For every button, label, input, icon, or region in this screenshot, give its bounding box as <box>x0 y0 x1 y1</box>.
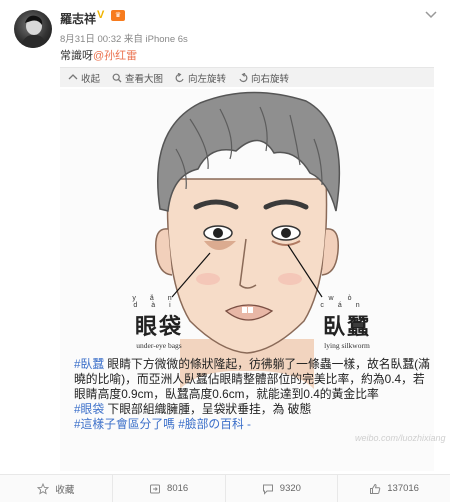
collect-label: 收藏 <box>55 484 75 496</box>
hashtag-distinguish[interactable]: #這樣子會區分了嗎 <box>74 417 175 431</box>
hashtag-face-wiki[interactable]: #臉部の百科 - <box>175 417 251 431</box>
verified-v-icon: V <box>97 9 105 21</box>
hashtag-yandai[interactable]: #眼袋 <box>74 402 104 416</box>
watermark-text: weibo.com/luozhixiang <box>355 433 446 443</box>
view-large-label: 查看大图 <box>125 73 164 85</box>
collect-button[interactable]: 收藏 <box>0 475 113 502</box>
rotate-left-icon <box>175 72 184 82</box>
action-bar: 收藏 8016 9320 137016 <box>0 474 450 502</box>
lying-silkworm-annotation: wò cán 臥蠶 lying silkworm <box>310 295 384 350</box>
thumbs-up-icon <box>370 483 381 494</box>
eye-bags-pinyin: yǎn dài <box>132 295 186 309</box>
caption-paragraph-2: #眼袋 下眼部組織臃腫，呈袋狀垂挂，為 破態 <box>74 402 430 417</box>
mention-link[interactable]: @孙红雷 <box>93 50 137 62</box>
star-icon <box>37 482 50 495</box>
hashtag-wocan[interactable]: #臥蠶 <box>74 357 104 371</box>
collapse-icon <box>68 73 78 79</box>
rotate-left-button[interactable]: 向左旋转 <box>175 71 226 85</box>
post-text-prefix: 常識呀 <box>60 50 93 62</box>
post-text: 常識呀@孙红雷 <box>60 47 137 63</box>
eye-bags-annotation: yǎn dài 眼袋 under-eye bags <box>124 295 194 350</box>
caption-2-text: 下眼部組織臃腫，呈袋狀垂挂，為 破態 <box>104 402 312 416</box>
caption-paragraph-1: #臥蠶 眼睛下方微微的條狀隆起，彷彿躺了一條蟲一樣，故名臥蠶(滿曉的比喻)，而亞… <box>74 357 430 402</box>
user-name[interactable]: 羅志祥 <box>60 10 96 27</box>
lying-silkworm-sub: lying silkworm <box>324 341 370 350</box>
eye-bags-sub: under-eye bags <box>136 341 182 350</box>
comment-icon <box>262 484 273 495</box>
magnify-icon <box>112 73 122 82</box>
like-count: 137016 <box>387 483 419 494</box>
rotate-right-icon <box>239 72 248 82</box>
lying-silkworm-label: 臥蠶 <box>322 314 371 340</box>
chevron-down-icon[interactable] <box>424 10 438 20</box>
comment-button[interactable]: 9320 <box>226 475 339 502</box>
comment-count: 9320 <box>279 483 301 494</box>
post-meta: 8月31日 00:32 来自 iPhone 6s <box>60 34 188 45</box>
rotate-right-label: 向右旋转 <box>251 73 290 85</box>
collapse-button[interactable]: 收起 <box>68 71 100 85</box>
repost-button[interactable]: 8016 <box>113 475 226 502</box>
caption-1-text: 眼睛下方微微的條狀隆起，彷彿躺了一條蟲一樣，故名臥蠶(滿曉的比喻)，而亞洲人臥蠶… <box>74 357 430 401</box>
rotate-right-button[interactable]: 向右旋转 <box>238 71 289 85</box>
avatar[interactable] <box>14 10 52 48</box>
collapse-label: 收起 <box>81 73 101 85</box>
rotate-left-label: 向左旋转 <box>188 73 227 85</box>
like-button[interactable]: 137016 <box>338 475 450 502</box>
crown-icon: ♛ <box>111 10 125 21</box>
caption-paragraph-3: #這樣子會區分了嗎 #臉部の百科 - <box>74 417 430 432</box>
lying-silkworm-pinyin: wò cán <box>320 295 374 309</box>
repost-icon <box>150 484 161 493</box>
repost-count: 8016 <box>167 483 189 494</box>
image-toolbar: 收起 查看大图 向左旋转 向右旋转 <box>60 67 434 87</box>
image-caption: #臥蠶 眼睛下方微微的條狀隆起，彷彿躺了一條蟲一樣，故名臥蠶(滿曉的比喻)，而亞… <box>74 357 430 432</box>
view-large-button[interactable]: 查看大图 <box>112 71 163 85</box>
eye-bags-label: 眼袋 <box>134 314 183 340</box>
